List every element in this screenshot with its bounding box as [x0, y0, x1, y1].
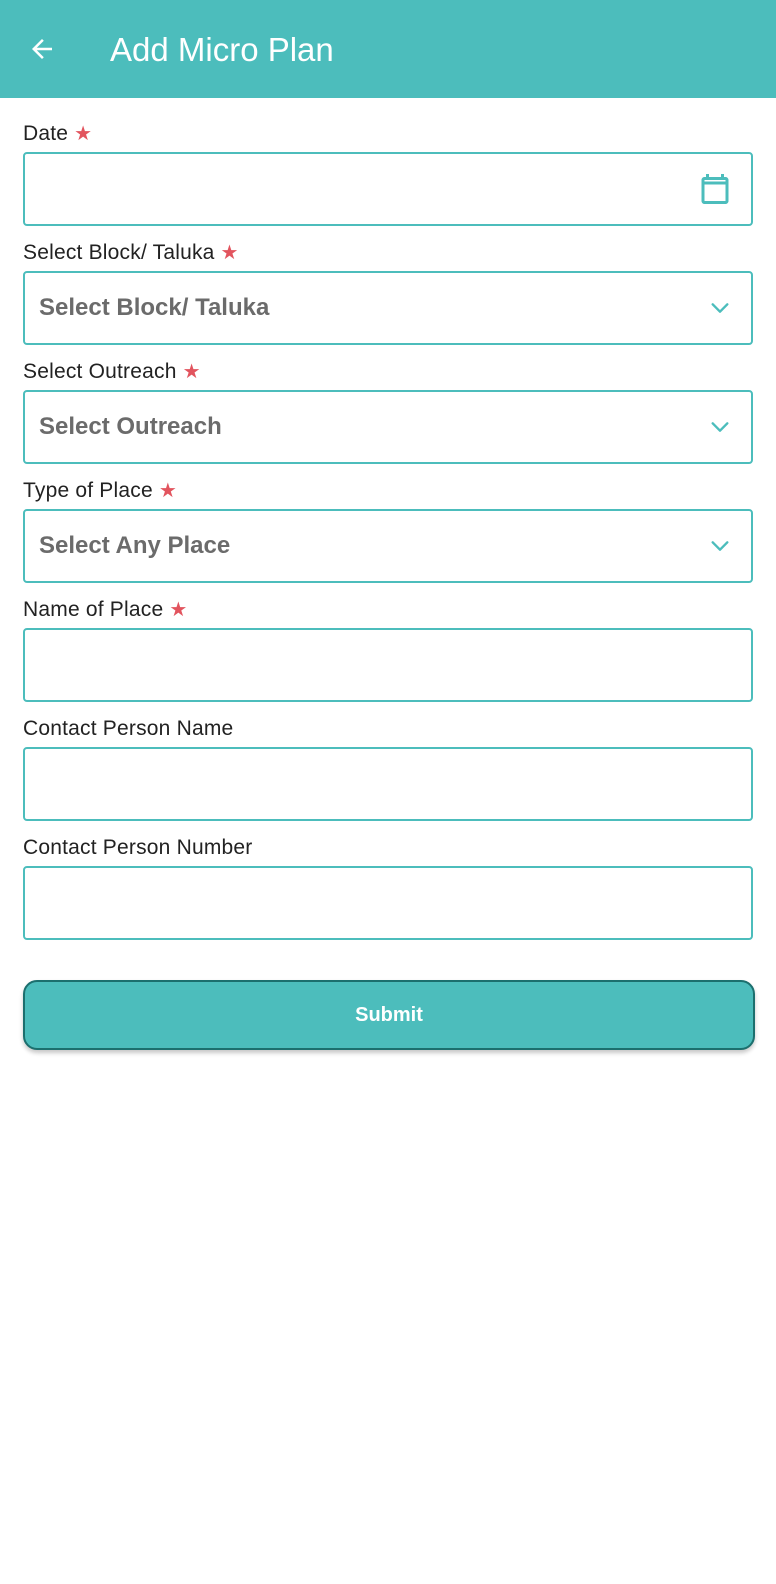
chevron-down-icon: [711, 422, 729, 432]
type-of-place-select[interactable]: Select Any Place: [23, 509, 753, 583]
type-of-place-selected-value: Select Any Place: [39, 532, 231, 559]
date-input[interactable]: [23, 152, 753, 226]
outreach-select[interactable]: Select Outreach: [23, 390, 753, 464]
contact-person-number-label: Contact Person Number: [23, 836, 253, 859]
outreach-selected-value: Select Outreach: [39, 413, 222, 440]
contact-person-name-box[interactable]: [23, 747, 753, 821]
contact-person-number-input[interactable]: [39, 868, 679, 938]
chevron-down-icon: [711, 541, 729, 551]
submit-button[interactable]: Submit: [23, 980, 755, 1050]
block-taluka-label: Select Block/ Taluka ★: [23, 241, 239, 264]
arrow-left-icon: [32, 39, 52, 59]
type-of-place-label: Type of Place ★: [23, 479, 177, 502]
contact-person-name-label: Contact Person Name: [23, 717, 234, 740]
page-title: Add Micro Plan: [110, 31, 334, 68]
chevron-down-icon: [711, 303, 729, 313]
back-button[interactable]: [22, 29, 62, 69]
app-bar: Add Micro Plan: [0, 0, 776, 98]
name-of-place-box[interactable]: [23, 628, 753, 702]
block-taluka-selected-value: Select Block/ Taluka: [39, 294, 270, 321]
block-taluka-select[interactable]: Select Block/ Taluka: [23, 271, 753, 345]
name-of-place-label: Name of Place ★: [23, 598, 188, 621]
date-label: Date ★: [23, 122, 93, 145]
calendar-icon[interactable]: [697, 171, 733, 207]
required-star-icon: ★: [169, 599, 188, 621]
required-star-icon: ★: [182, 361, 201, 383]
required-star-icon: ★: [74, 123, 93, 145]
required-star-icon: ★: [158, 480, 177, 502]
date-field[interactable]: [39, 154, 679, 224]
name-of-place-input[interactable]: [39, 630, 679, 700]
required-star-icon: ★: [220, 242, 239, 264]
contact-person-number-box[interactable]: [23, 866, 753, 940]
outreach-label: Select Outreach ★: [23, 360, 201, 383]
contact-person-name-input[interactable]: [39, 749, 679, 819]
